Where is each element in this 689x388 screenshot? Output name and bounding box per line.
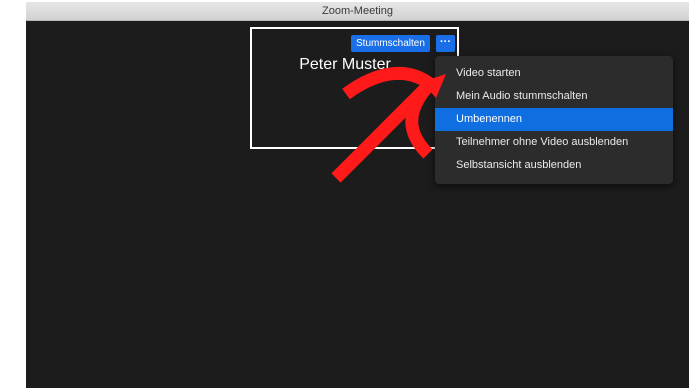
zoom-meeting-window: Zoom-Meeting Peter Muster Stummschalten …	[26, 2, 689, 388]
menu-item-video-starten[interactable]: Video starten	[435, 62, 673, 85]
menu-item-mein-audio-stummschalten[interactable]: Mein Audio stummschalten	[435, 85, 673, 108]
menu-item-teilnehmer-ohne-video-ausblenden[interactable]: Teilnehmer ohne Video ausblenden	[435, 131, 673, 154]
window-titlebar: Zoom-Meeting	[26, 2, 689, 21]
participant-context-menu: Video starten Mein Audio stummschalten U…	[435, 56, 673, 184]
participant-name: Peter Muster	[299, 56, 391, 73]
mute-button[interactable]: Stummschalten	[351, 35, 430, 52]
window-title: Zoom-Meeting	[322, 5, 393, 17]
menu-item-selbstansicht-ausblenden[interactable]: Selbstansicht ausblenden	[435, 154, 673, 177]
participant-video-tile[interactable]: Peter Muster Stummschalten ···	[250, 27, 459, 149]
menu-item-umbenennen[interactable]: Umbenennen	[435, 108, 673, 131]
more-options-button[interactable]: ···	[436, 35, 455, 52]
